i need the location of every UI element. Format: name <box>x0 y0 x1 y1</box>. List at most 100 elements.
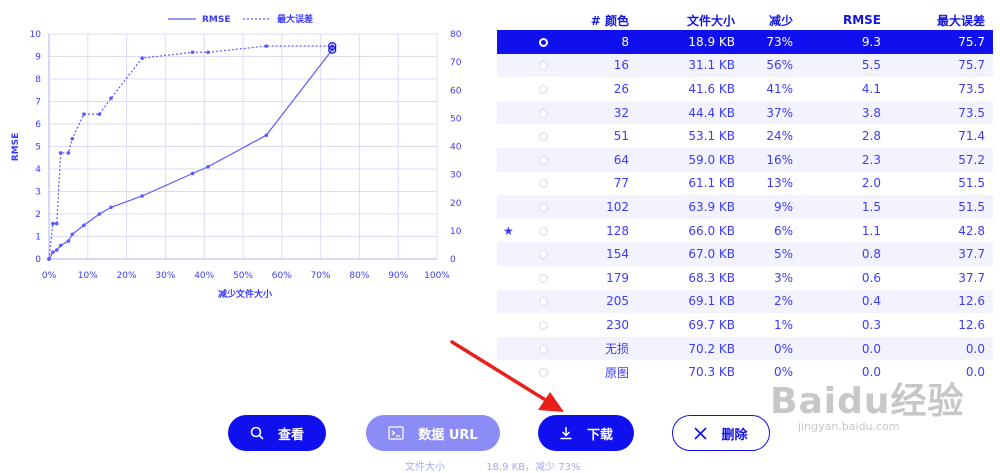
data-point <box>264 44 269 48</box>
star-cell <box>497 266 523 290</box>
cell-reduce: 16% <box>743 147 801 172</box>
data-point <box>66 151 71 155</box>
data-point <box>190 171 195 176</box>
row-radio[interactable] <box>538 61 548 71</box>
table-row[interactable]: 77 61.1 KB 13% 2.0 51.5 <box>497 172 993 196</box>
table-row[interactable]: ★ 128 66.0 KB 6% 1.1 42.8 <box>497 219 993 243</box>
y-left-tick-label: 4 <box>35 165 41 175</box>
x-tick-label: 40% <box>194 271 214 281</box>
row-radio-cell <box>523 242 563 266</box>
y-right-tick-label: 10 <box>450 227 462 237</box>
row-radio[interactable] <box>538 179 548 189</box>
cell-size: 61.1 KB <box>688 176 735 191</box>
table-row[interactable]: 102 63.9 KB 9% 1.5 51.5 <box>497 195 993 219</box>
row-radio[interactable] <box>538 250 548 260</box>
download-button[interactable]: 下载 <box>538 415 634 451</box>
x-tick-label: 30% <box>155 271 175 281</box>
row-radio-cell <box>523 147 563 172</box>
table-row[interactable]: 51 53.1 KB 24% 2.8 71.4 <box>497 124 993 148</box>
table-row[interactable]: 154 67.0 KB 5% 0.8 37.7 <box>497 242 993 266</box>
row-radio-cell <box>523 100 563 125</box>
data-point <box>70 232 75 237</box>
data-point <box>97 112 102 116</box>
table-row[interactable]: 179 68.3 KB 3% 0.6 37.7 <box>497 266 993 290</box>
cell-colors: 64 <box>563 147 637 172</box>
cell-reduce: 9% <box>743 195 801 219</box>
data-point <box>264 133 269 138</box>
star-icon: ★ <box>503 223 514 238</box>
red-arrow-icon <box>450 340 564 412</box>
series-line-0 <box>48 49 333 260</box>
x-tick-label: 20% <box>117 271 137 281</box>
y-left-tick-label: 3 <box>35 188 41 198</box>
table-row[interactable]: 32 44.4 KB 37% 3.8 73.5 <box>497 100 993 125</box>
cell-reduce: 6% <box>773 223 793 238</box>
y-left-tick-label: 1 <box>35 233 41 243</box>
star-cell <box>497 195 523 219</box>
y-right-tick-label: 0 <box>450 255 456 265</box>
table-header-row: # 颜色 文件大小 减少 RMSE 最大误差 <box>497 10 993 30</box>
footer-status: 文件大小 18.9 KB，减少 73% <box>405 458 618 473</box>
header-select-col <box>523 10 563 30</box>
cell-size: 70.2 KB <box>637 336 743 361</box>
cell-size: 18.9 KB <box>637 30 743 54</box>
x-tick-label: 10% <box>78 271 98 281</box>
row-radio[interactable] <box>538 273 548 283</box>
row-radio[interactable] <box>538 108 548 118</box>
row-radio[interactable] <box>538 155 548 165</box>
header-rmse-col: RMSE <box>842 13 881 27</box>
y-left-tick-label: 2 <box>35 210 41 220</box>
star-cell <box>497 172 523 196</box>
delete-button[interactable]: 删除 <box>672 415 770 451</box>
y-right-tick-label: 30 <box>450 171 462 181</box>
row-radio[interactable] <box>538 297 548 307</box>
table-row[interactable]: 26 41.6 KB 41% 4.1 73.5 <box>497 77 993 101</box>
y-left-tick-label: 5 <box>35 143 41 153</box>
row-radio[interactable] <box>538 202 548 212</box>
data-point <box>109 205 113 210</box>
cell-rmse: 9.3 <box>801 30 889 54</box>
data-point <box>140 56 144 60</box>
palette-table: # 颜色 文件大小 减少 RMSE 最大误差 8 18.9 KB 73% 9.3 75.7 16 3… <box>497 10 993 384</box>
view-button[interactable]: 查看 <box>228 415 326 451</box>
cell-maxerr: 12.6 <box>889 289 993 314</box>
table-row[interactable]: 205 69.1 KB 2% 0.4 12.6 <box>497 289 993 314</box>
table-row[interactable]: 16 31.1 KB 56% 5.5 75.7 <box>497 53 993 78</box>
star-cell <box>497 147 523 172</box>
data-url-button[interactable]: 数据 URL <box>366 415 500 451</box>
star-cell <box>497 124 523 148</box>
cell-size: 44.4 KB <box>637 100 743 125</box>
cell-reduce: 37% <box>743 100 801 125</box>
data-point <box>109 96 113 100</box>
cell-reduce: 1% <box>773 317 793 332</box>
data-point <box>54 221 59 226</box>
table-row[interactable]: 8 18.9 KB 73% 9.3 75.7 <box>497 30 993 54</box>
header-colors-col: # 颜色 <box>590 13 629 28</box>
cell-reduce: 24% <box>766 129 793 144</box>
cell-maxerr: 71.4 <box>958 129 985 144</box>
x-tick-label: 70% <box>311 271 331 281</box>
star-cell <box>497 53 523 78</box>
x-tick-label: 100% <box>424 271 450 281</box>
row-radio[interactable] <box>538 84 548 94</box>
series-line-1 <box>48 45 333 260</box>
row-radio-cell <box>523 289 563 314</box>
star-cell <box>497 242 523 266</box>
cell-reduce: 13% <box>766 176 793 191</box>
watermark-logo: Baidu经验 <box>770 381 965 422</box>
row-radio[interactable] <box>538 320 548 330</box>
cell-rmse: 3.8 <box>801 100 889 125</box>
data-point <box>47 257 51 261</box>
row-radio[interactable] <box>538 226 548 236</box>
row-radio[interactable] <box>538 132 548 142</box>
table-row[interactable]: 64 59.0 KB 16% 2.3 57.2 <box>497 147 993 172</box>
cell-size: 69.1 KB <box>637 289 743 314</box>
row-radio[interactable] <box>538 37 548 47</box>
data-point <box>190 50 195 55</box>
cell-maxerr: 57.2 <box>889 147 993 172</box>
data-point <box>140 194 144 198</box>
y-right-tick-label: 20 <box>450 199 462 209</box>
y-left-axis-title: RMSE <box>11 133 21 162</box>
y-right-tick-label: 50 <box>450 114 462 124</box>
cell-rmse: 0.8 <box>801 242 889 266</box>
